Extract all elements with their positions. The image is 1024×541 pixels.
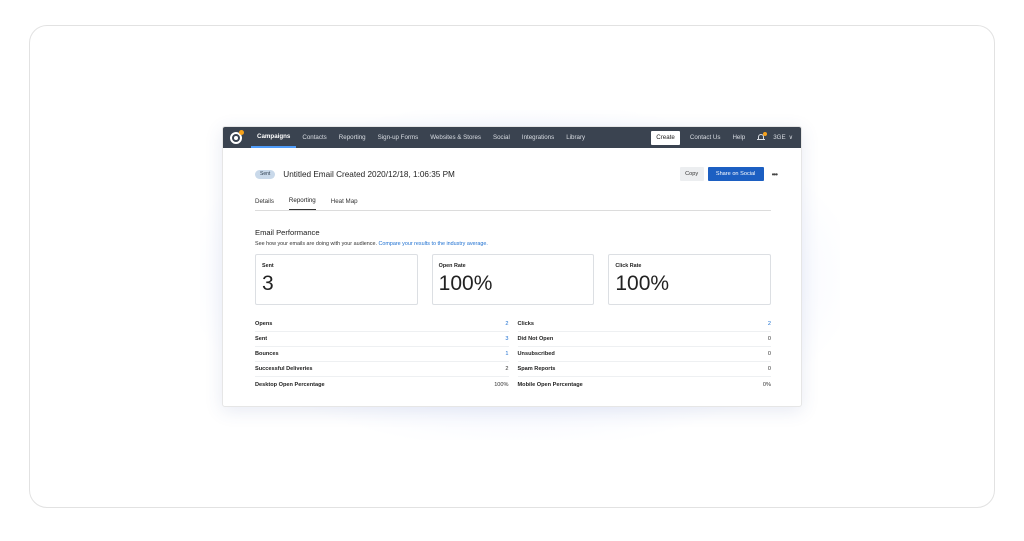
card-label: Sent <box>262 263 274 269</box>
main-content: Sent Untitled Email Created 2020/12/18, … <box>223 154 801 392</box>
nav-item-campaigns[interactable]: Campaigns <box>251 127 297 148</box>
stats-column-left: Opens 2 Sent 3 Bounces 1 Successful Deli… <box>255 317 509 392</box>
page-title: Untitled Email Created 2020/12/18, 1:06:… <box>283 169 455 179</box>
status-badge: Sent <box>255 169 276 179</box>
nav-item-websites-stores[interactable]: Websites & Stores <box>424 127 487 148</box>
stat-row: Did Not Open 0 <box>517 332 771 347</box>
stat-label: Mobile Open Percentage <box>517 381 583 388</box>
stat-label: Opens <box>255 321 273 327</box>
stat-row: Desktop Open Percentage 100% <box>255 377 509 392</box>
create-button[interactable]: Create <box>651 130 680 145</box>
stat-value: 0 <box>767 336 771 342</box>
stat-value: 100% <box>494 381 509 388</box>
header-actions: Copy Share on Social ••• <box>679 167 778 181</box>
stat-row: Bounces 1 <box>255 347 509 362</box>
card-label: Open Rate <box>438 263 466 269</box>
compare-industry-link[interactable]: Compare your results to the industry ave… <box>378 241 487 247</box>
brand-logo-icon[interactable] <box>229 129 244 145</box>
tab-heat-map[interactable]: Heat Map <box>331 198 358 210</box>
stat-label: Did Not Open <box>517 336 554 342</box>
nav-item-integrations[interactable]: Integrations <box>516 127 560 148</box>
stat-value-link[interactable]: 2 <box>768 321 771 327</box>
more-options-icon[interactable]: ••• <box>772 170 778 179</box>
stat-label: Clicks <box>517 321 534 327</box>
tab-details[interactable]: Details <box>255 198 274 210</box>
stat-value-link[interactable]: 2 <box>505 321 508 327</box>
stat-value: 2 <box>505 366 509 372</box>
contact-us-link[interactable]: Contact Us <box>684 127 727 148</box>
stat-row: Successful Deliveries 2 <box>255 362 509 377</box>
nav-item-reporting[interactable]: Reporting <box>333 127 372 148</box>
card-value: 100% <box>438 272 493 295</box>
stat-value: 0% <box>762 381 771 388</box>
campaign-header: Sent Untitled Email Created 2020/12/18, … <box>255 154 778 194</box>
nav-item-library[interactable]: Library <box>560 127 591 148</box>
stat-label: Desktop Open Percentage <box>255 381 325 388</box>
stat-value-link[interactable]: 1 <box>505 351 508 357</box>
metric-cards: Sent 3 Open Rate 100% Click Rate 100% <box>255 254 772 305</box>
tab-bar: Details Reporting Heat Map <box>255 194 771 211</box>
subtitle-text: See how your emails are doing with your … <box>255 241 377 247</box>
stat-label: Spam Reports <box>517 366 556 372</box>
stats-column-right: Clicks 2 Did Not Open 0 Unsubscribed 0 S… <box>517 317 772 392</box>
nav-item-signup-forms[interactable]: Sign-up Forms <box>372 127 425 148</box>
stat-row: Clicks 2 <box>517 317 771 332</box>
card-label: Click Rate <box>615 263 642 269</box>
account-name: 3GE <box>773 134 786 141</box>
stat-value: 0 <box>767 351 771 357</box>
metric-card-click-rate: Click Rate 100% <box>608 254 772 305</box>
stat-label: Successful Deliveries <box>255 366 313 372</box>
stat-row: Unsubscribed 0 <box>517 347 771 362</box>
card-value: 100% <box>615 272 670 295</box>
stat-row: Spam Reports 0 <box>517 362 771 377</box>
tab-reporting[interactable]: Reporting <box>288 197 316 210</box>
chevron-down-icon: ∨ <box>788 135 793 141</box>
stat-row: Mobile Open Percentage 0% <box>518 377 772 392</box>
stat-row: Sent 3 <box>255 332 509 347</box>
section-title: Email Performance <box>255 228 320 237</box>
card-value: 3 <box>262 272 274 295</box>
account-menu[interactable]: 3GE ∨ <box>771 134 801 141</box>
stat-value: 0 <box>767 366 771 372</box>
nav-item-social[interactable]: Social <box>487 127 516 148</box>
top-navigation: Campaigns Contacts Reporting Sign-up For… <box>223 127 801 148</box>
stat-label: Bounces <box>255 351 279 357</box>
nav-right: Create Contact Us Help 3GE ∨ <box>651 127 801 148</box>
stat-label: Unsubscribed <box>517 351 555 357</box>
share-on-social-button[interactable]: Share on Social <box>707 167 764 181</box>
metric-card-sent: Sent 3 <box>255 254 418 305</box>
section-subtitle: See how your emails are doing with your … <box>255 241 771 247</box>
stat-value-link[interactable]: 3 <box>505 336 508 342</box>
copy-button[interactable]: Copy <box>679 167 704 181</box>
help-link[interactable]: Help <box>726 127 751 148</box>
stats-table: Opens 2 Sent 3 Bounces 1 Successful Deli… <box>255 317 771 392</box>
app-window: Campaigns Contacts Reporting Sign-up For… <box>222 126 802 407</box>
metric-card-open-rate: Open Rate 100% <box>431 254 595 305</box>
nav-item-contacts[interactable]: Contacts <box>296 127 332 148</box>
stat-label: Sent <box>255 336 268 342</box>
notification-bell-icon[interactable] <box>757 132 768 142</box>
stat-row: Opens 2 <box>255 317 509 332</box>
